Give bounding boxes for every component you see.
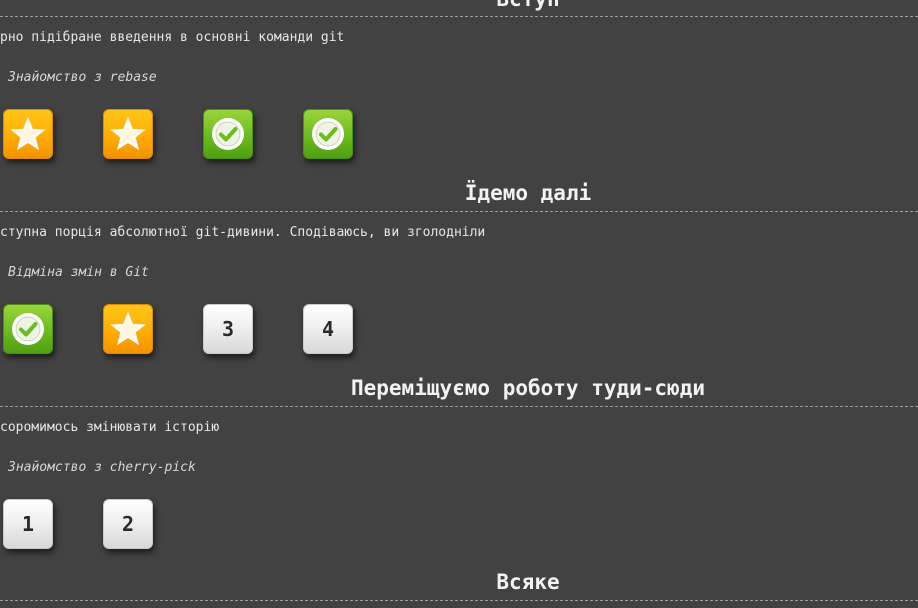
- level-button[interactable]: 1: [3, 499, 53, 549]
- level-button[interactable]: [103, 304, 153, 354]
- level-number: 2: [121, 512, 135, 536]
- section-divider: [0, 406, 918, 407]
- section-title: Всяке: [496, 570, 560, 594]
- current-level-name: Знайомство з rebase: [8, 70, 157, 85]
- star-icon: [10, 116, 46, 152]
- level-button[interactable]: [103, 109, 153, 159]
- section-title: Їдемо далі: [464, 181, 592, 205]
- section-divider: [0, 600, 918, 601]
- section-divider: [0, 16, 918, 17]
- level-button[interactable]: 4: [303, 304, 353, 354]
- star-icon: [110, 116, 146, 152]
- level-button[interactable]: [303, 109, 353, 159]
- section-description: соромимось змінювати історію: [0, 420, 220, 435]
- current-level-name: Відміна змін в Git: [8, 265, 149, 280]
- level-number: 3: [221, 317, 235, 341]
- level-button[interactable]: [3, 304, 53, 354]
- level-button[interactable]: [3, 109, 53, 159]
- star-icon: [110, 311, 146, 347]
- level-button[interactable]: 3: [203, 304, 253, 354]
- level-button[interactable]: 2: [103, 499, 153, 549]
- section-title: Переміщуємо роботу туди-сюди: [350, 376, 705, 400]
- checkmark-icon: [310, 116, 346, 152]
- section-divider: [0, 211, 918, 212]
- checkmark-icon: [10, 311, 46, 347]
- section-title: Вступ: [0, 0, 918, 11]
- current-level-name: Знайомство з cherry-pick: [8, 460, 196, 475]
- section-description: ступна порція абсолютної git-дивини. Спо…: [0, 225, 486, 240]
- level-number: 1: [21, 512, 35, 536]
- level-button[interactable]: [203, 109, 253, 159]
- level-number: 4: [321, 317, 335, 341]
- checkmark-icon: [210, 116, 246, 152]
- section-description: рно підібране введення в основні команди…: [0, 30, 345, 45]
